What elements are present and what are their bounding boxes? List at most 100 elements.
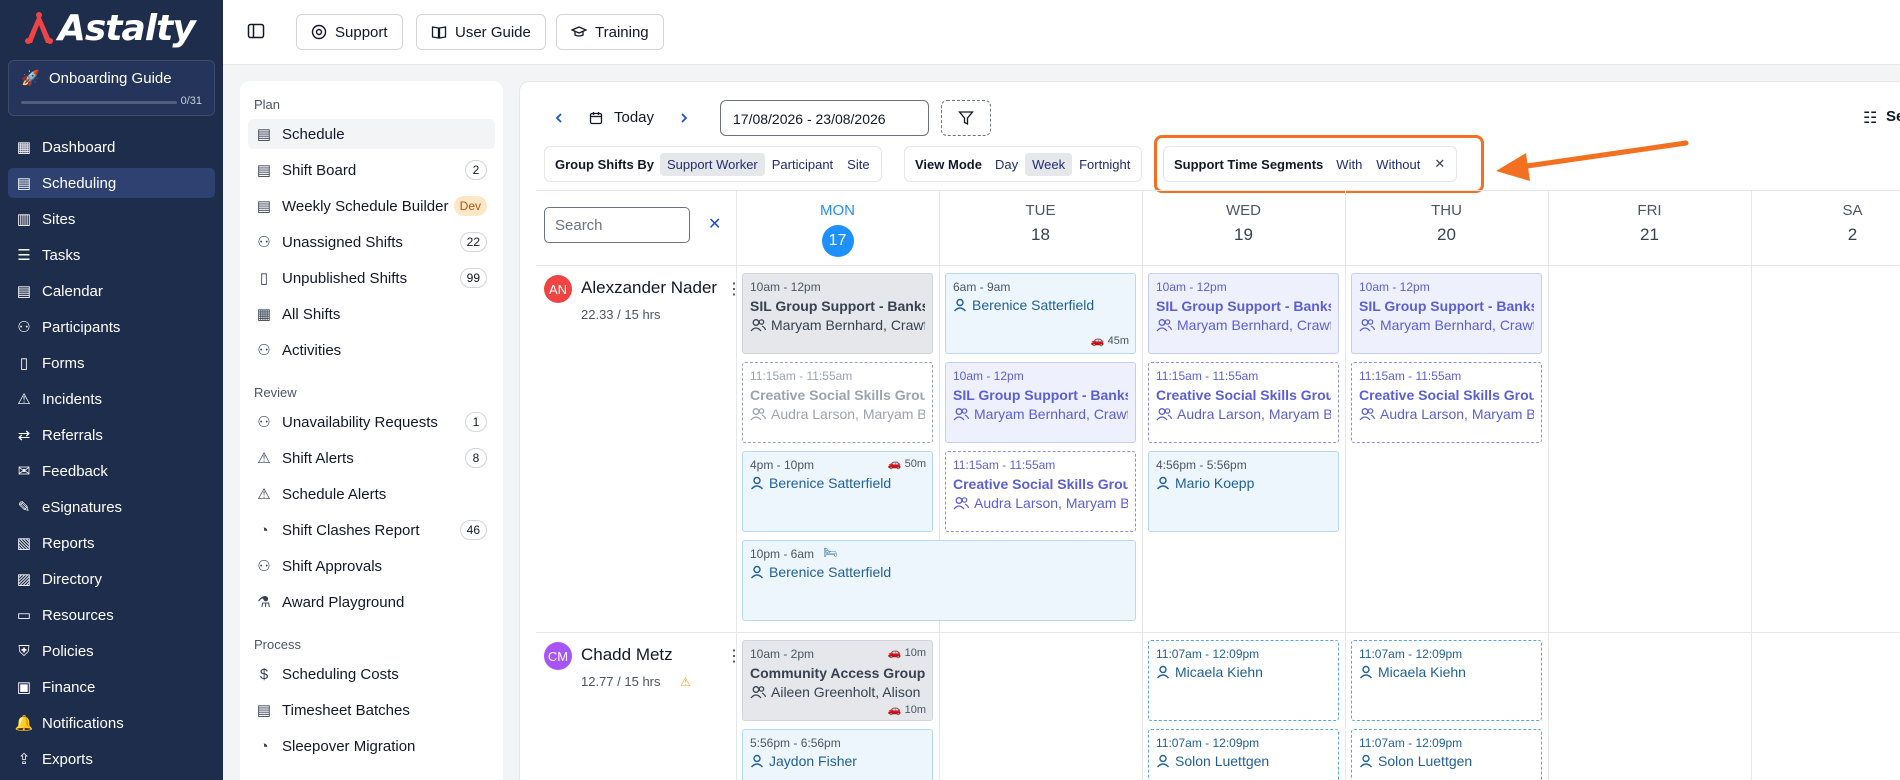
day-header-fri[interactable]: FRI 21 [1548,190,1751,265]
settings-sliders-icon[interactable]: ☷ [1863,108,1877,128]
shift-card[interactable]: 11:07am - 12:09pm Solon Luettgen [1351,729,1542,780]
subnav-item-schedule-alerts[interactable]: ⚠ Schedule Alerts [248,479,495,509]
group-shifts-by-control: Group Shifts By Support Worker Participant… [544,146,882,182]
subnav-item-timesheet-batches[interactable]: ▤ Timesheet Batches [248,695,495,725]
search-input[interactable]: Search [544,207,690,243]
onboarding-guide[interactable]: 🚀 Onboarding Guide 0/31 [8,60,215,116]
shift-card[interactable]: 10pm - 6am 🛏 Berenice Satterfield [742,540,1136,621]
segment-option-participant[interactable]: Participant [765,153,840,176]
nav-item-forms[interactable]: ▯ Forms [8,348,215,378]
support-button[interactable]: Support [296,14,403,50]
more-options-icon[interactable]: ⋮ [726,279,742,299]
next-week-chevron-icon[interactable] [675,109,693,127]
nav-item-policies[interactable]: ⛨ Policies [8,636,215,666]
shift-assignees: Jaydon Fisher [750,753,925,769]
travel-time: 🚗 10m [888,703,926,716]
shift-card[interactable]: 11:07am - 12:09pm Micaela Kiehn [1351,640,1542,721]
subnav-item-activities[interactable]: ⚇ Activities [248,335,495,365]
segment-option-week[interactable]: Week [1025,152,1073,176]
shift-assignee-names: Audra Larson, Maryam Bernhard [974,495,1128,511]
nav-item-exports[interactable]: ⇪ Exports [8,744,215,774]
subnav-item-weekly-schedule-builder[interactable]: ▤ Weekly Schedule Builder Dev [248,191,495,221]
filter-button[interactable] [941,100,991,136]
car-icon: 🚗 [887,458,902,470]
group-icon [750,318,766,332]
nav-item-tasks[interactable]: ☰ Tasks [8,240,215,270]
subnav-item-unassigned-shifts[interactable]: ⚇ Unassigned Shifts 22 [248,227,495,257]
schedule-alerts-icon: ⚠ [257,486,271,503]
day-header-tue[interactable]: TUE 18 [939,190,1142,265]
pen-icon: ✎ [17,499,31,516]
shift-card[interactable]: 11:15am - 11:55am Creative Social Skills … [1148,362,1339,443]
nav-item-feedback[interactable]: ✉ Feedback [8,456,215,486]
subnav-item-shift-board[interactable]: ▤ Shift Board 2 [248,155,495,185]
subnav-item-sleepover-migration[interactable]: ◔ Sleepover Migration [248,731,495,761]
shift-card[interactable]: 10am - 12pm SIL Group Support - Banksia Ma… [742,273,933,354]
nav-item-notifications[interactable]: 🔔 Notifications [8,708,215,738]
segment-option-site[interactable]: Site [840,153,876,176]
day-header-thu[interactable]: THU 20 [1345,190,1548,265]
subnav-item-label: Shift Clashes Report [282,521,420,539]
support-worker-name[interactable]: Alexzander Nader [581,278,717,298]
shift-card[interactable]: 4pm - 10pm Berenice Satterfield 🚗 50m [742,451,933,532]
today-button[interactable]: Today [614,109,654,126]
segment-option-fortnight[interactable]: Fortnight [1072,153,1137,176]
subnav-item-label: Shift Board [282,161,357,179]
shift-card[interactable]: 10am - 12pm SIL Group Support - Banksia Ma… [1148,273,1339,354]
sidebar-toggle-icon[interactable] [247,22,265,40]
nav-item-esignatures[interactable]: ✎ eSignatures [8,492,215,522]
subnav-item-label: Unavailability Requests [282,413,438,431]
subnav-item-all-shifts[interactable]: ▦ All Shifts [248,299,495,329]
unavailability-requests-icon: ⚇ [257,414,271,431]
shift-card[interactable]: 4:56pm - 5:56pm Mario Koepp [1148,451,1339,532]
more-options-icon[interactable]: ⋮ [726,646,742,666]
shift-card[interactable]: 11:15am - 11:55am Creative Social Skills … [742,362,933,443]
subnav-item-shift-alerts[interactable]: ⚠ Shift Alerts 8 [248,443,495,473]
timesheet-alert-icon[interactable]: ⚠ [680,675,691,689]
support-worker-name[interactable]: Chadd Metz [581,645,673,665]
user-guide-button[interactable]: User Guide [416,14,546,50]
segment-option-day[interactable]: Day [988,153,1025,176]
shift-card[interactable]: 5:56pm - 6:56pm Jaydon Fisher [742,729,933,780]
training-button[interactable]: Training [556,14,664,50]
subnav-item-schedule[interactable]: ▤ Schedule [248,119,495,149]
subnav-item-scheduling-costs[interactable]: $ Scheduling Costs [248,659,495,689]
nav-item-resources[interactable]: ▭ Resources [8,600,215,630]
nav-item-incidents[interactable]: ⚠ Incidents [8,384,215,414]
top-header: Support User Guide Training [223,0,1900,65]
subnav-item-unpublished-shifts[interactable]: ▯ Unpublished Shifts 99 [248,263,495,293]
nav-item-scheduling[interactable]: ▤ Scheduling [8,168,215,198]
onboarding-progress-bar [21,101,177,104]
shift-card[interactable]: 11:07am - 12:09pm Solon Luettgen [1148,729,1339,780]
day-header-mon[interactable]: MON 17 [736,190,939,265]
shift-card[interactable]: 10am - 12pm SIL Group Support - Banksia Ma… [945,362,1136,443]
nav-item-participants[interactable]: ⚇ Participants [8,312,215,342]
subnav-item-shift-approvals[interactable]: ⚇ Shift Approvals [248,551,495,581]
day-header-wed[interactable]: WED 19 [1142,190,1345,265]
subnav-item-award-playground[interactable]: ⚗ Award Playground [248,587,495,617]
nav-item-calendar[interactable]: ▤ Calendar [8,276,215,306]
shift-card[interactable]: 11:07am - 12:09pm Micaela Kiehn [1148,640,1339,721]
nav-item-finance[interactable]: ▣ Finance [8,672,215,702]
day-column-divider [1751,190,1752,780]
shift-card[interactable]: 11:15am - 11:55am Creative Social Skills … [1351,362,1542,443]
nav-item-directory[interactable]: ▨ Directory [8,564,215,594]
nav-item-reports[interactable]: ▧ Reports [8,528,215,558]
segment-option-support-worker[interactable]: Support Worker [659,152,765,176]
settings-button-label[interactable]: Se [1886,108,1900,125]
nav-item-referrals[interactable]: ⇄ Referrals [8,420,215,450]
brand-logo[interactable]: Astalty [24,8,196,49]
day-name: MON [820,202,855,219]
day-header-sa[interactable]: SA 2 [1751,190,1900,265]
clear-search-icon[interactable]: ✕ [708,214,721,234]
prev-week-chevron-icon[interactable] [550,109,568,127]
shift-card[interactable]: 11:15am - 11:55am Creative Social Skills … [945,451,1136,532]
nav-item-sites[interactable]: ▥ Sites [8,204,215,234]
shift-card[interactable]: 6am - 9am Berenice Satterfield 🚗 45m [945,273,1136,354]
subnav-item-unavailability-requests[interactable]: ⚇ Unavailability Requests 1 [248,407,495,437]
subnav-item-shift-clashes-report[interactable]: ◔ Shift Clashes Report 46 [248,515,495,545]
shift-card[interactable]: 10am - 2pmCommunity Access Group Support… [742,640,933,721]
shift-card[interactable]: 10am - 12pm SIL Group Support - Banksia Ma… [1351,273,1542,354]
nav-item-dashboard[interactable]: ▦ Dashboard [8,132,215,162]
date-range-input[interactable]: 17/08/2026 - 23/08/2026 [720,100,929,136]
